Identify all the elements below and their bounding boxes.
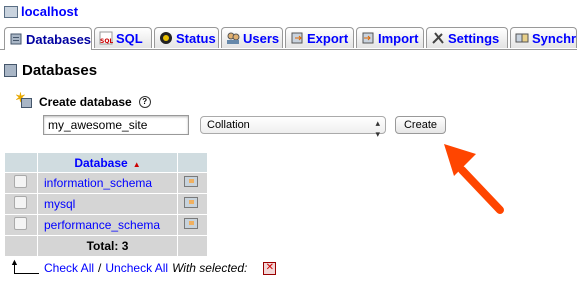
sort-by-database-link[interactable]: Database (74, 156, 127, 170)
database-name-input[interactable] (43, 115, 189, 135)
row-checkbox[interactable] (14, 196, 27, 209)
sort-ascending-icon: ▲ (132, 159, 141, 169)
svg-text:SQL: SQL (100, 38, 113, 45)
import-icon (361, 31, 375, 45)
tab-databases[interactable]: Databases (4, 27, 92, 50)
tab-users[interactable]: Users (221, 27, 283, 48)
privileges-column-header (178, 153, 207, 172)
database-column-header[interactable]: Database ▲ (38, 153, 177, 172)
drop-database-icon[interactable]: ✕ (263, 261, 277, 275)
server-icon (4, 5, 18, 18)
table-header-row: Database ▲ (5, 153, 207, 172)
arrow-up-left-icon: ▲ (10, 257, 40, 275)
select-column-header (5, 153, 37, 172)
create-button[interactable]: Create (395, 116, 446, 134)
uncheck-all-link[interactable]: Uncheck All (105, 261, 168, 275)
synchronize-icon (515, 31, 529, 45)
database-link[interactable]: information_schema (44, 176, 152, 190)
status-icon (159, 31, 173, 45)
with-selected-label: With selected: (172, 261, 248, 275)
row-checkbox[interactable] (14, 175, 27, 188)
help-icon[interactable]: ? (138, 96, 151, 108)
select-arrows-icon: ▴ ▾ (375, 118, 380, 139)
total-count: Total: 3 (38, 236, 177, 256)
database-link[interactable]: mysql (44, 197, 75, 211)
database-link[interactable]: performance_schema (44, 218, 160, 232)
tab-settings[interactable]: Settings (426, 27, 508, 48)
tab-import[interactable]: Import (356, 27, 424, 48)
database-icon (9, 32, 23, 46)
databases-table: Database ▲ information_schema mysql perfo… (4, 152, 208, 257)
check-all-link[interactable]: Check All (44, 261, 94, 275)
new-database-icon: ✶ (15, 90, 34, 109)
table-total-row: Total: 3 (5, 236, 207, 256)
annotation-arrow-icon (444, 144, 504, 214)
bulk-actions: ▲ Check All / Uncheck All With selected:… (10, 257, 277, 275)
row-checkbox[interactable] (14, 217, 27, 230)
collation-select[interactable]: Collation ▴ ▾ (200, 116, 386, 139)
table-row: performance_schema (5, 215, 207, 235)
page-title: Databases (4, 62, 97, 79)
main-tabs: Databases SQL SQL Status Users Export Im… (0, 27, 577, 50)
tab-status[interactable]: Status (154, 27, 219, 48)
tab-synchronize[interactable]: Synchr (510, 27, 577, 48)
breadcrumb-server-link[interactable]: localhost (21, 4, 78, 19)
check-privileges-icon[interactable] (184, 176, 198, 187)
check-privileges-icon[interactable] (184, 218, 198, 229)
export-icon (290, 31, 304, 45)
table-row: mysql (5, 194, 207, 214)
create-database-label: ✶ Create database ? (15, 90, 151, 109)
sql-icon: SQL (99, 31, 113, 45)
settings-icon (431, 31, 445, 45)
users-icon (226, 31, 240, 45)
tab-export[interactable]: Export (285, 27, 354, 48)
tab-sql[interactable]: SQL SQL (94, 27, 152, 48)
breadcrumb: localhost (4, 4, 78, 19)
table-row: information_schema (5, 173, 207, 193)
database-icon (4, 64, 17, 77)
check-privileges-icon[interactable] (184, 197, 198, 208)
